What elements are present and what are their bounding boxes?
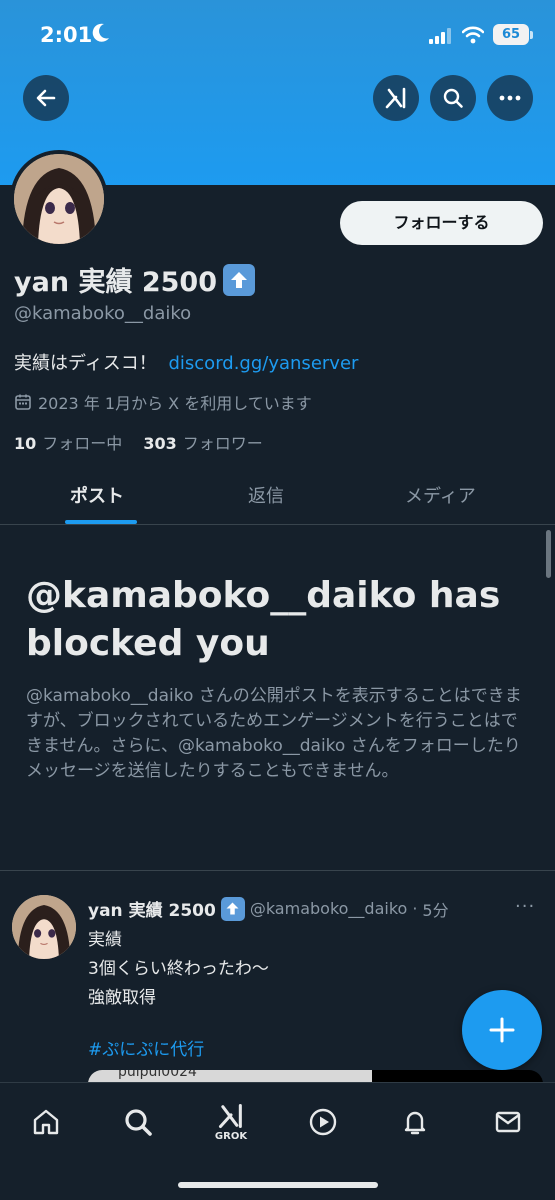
nav-video[interactable]	[300, 1099, 346, 1145]
search-button[interactable]	[430, 75, 476, 121]
follow-button[interactable]: フォローする	[340, 201, 543, 245]
joined-text: 2023 年 1月から X を利用しています	[38, 394, 312, 413]
post-text-line: 強敵取得	[88, 988, 156, 1008]
wifi-icon	[462, 26, 484, 44]
post-text-line: 実績	[88, 930, 122, 950]
more-options-button[interactable]	[487, 75, 533, 121]
post-text-line: 3個くらい終わったわ〜	[88, 959, 269, 979]
blocked-description: @kamaboko__daiko さんの公開ポストを表示することはできますが、ブ…	[26, 686, 522, 781]
more-icon	[499, 95, 521, 101]
post-time: 5分	[422, 900, 449, 920]
bio-link[interactable]: discord.gg/yanserver	[168, 353, 358, 374]
up-arrow-emoji-icon	[223, 263, 255, 296]
post-author-handle: @kamaboko__daiko	[249, 899, 408, 918]
profile-name-row: yan 実績 2500	[14, 260, 255, 299]
follow-counts: 10 フォロー中 303 フォロワー	[14, 430, 263, 454]
post-hashtag[interactable]: #ぷにぷに代行	[88, 1035, 204, 1060]
profile-bio: 実績はディスコ！ discord.gg/yanserver	[14, 349, 358, 375]
search-icon	[125, 1109, 152, 1136]
joined-date: 2023 年 1月から X を利用しています	[14, 390, 312, 414]
status-time: 2:01	[40, 23, 93, 47]
following-label: フォロー中	[42, 434, 123, 453]
nav-notifications[interactable]	[392, 1099, 438, 1145]
following-link[interactable]: 10 フォロー中	[14, 434, 122, 453]
tab-media[interactable]: メディア	[405, 482, 476, 508]
bio-text: 実績はディスコ！	[14, 353, 157, 374]
post-author-name[interactable]: yan 実績 2500	[88, 896, 216, 921]
tab-replies[interactable]: 返信	[248, 482, 284, 508]
grok-button[interactable]	[373, 75, 419, 121]
profile-avatar[interactable]	[10, 150, 108, 248]
search-icon	[443, 88, 463, 108]
home-icon	[33, 1109, 59, 1135]
section-divider	[0, 870, 555, 871]
anime-avatar-image	[14, 154, 104, 244]
grok-label: GROK	[214, 1131, 248, 1142]
compose-button[interactable]	[462, 990, 542, 1070]
active-tab-indicator	[65, 520, 137, 524]
mail-icon	[495, 1111, 521, 1133]
profile-name: yan 実績 2500	[14, 267, 217, 298]
battery-indicator: 65	[493, 24, 529, 45]
play-circle-icon	[309, 1108, 337, 1136]
up-arrow-emoji-icon	[220, 896, 245, 921]
nav-messages[interactable]	[485, 1099, 531, 1145]
meta-separator: ·	[412, 899, 418, 918]
following-count: 10	[14, 434, 37, 453]
followers-count: 303	[143, 434, 177, 453]
blocked-title: @kamaboko__daiko has blocked you	[26, 575, 501, 664]
home-indicator	[178, 1182, 378, 1188]
anime-avatar-image	[12, 895, 76, 959]
nav-grok[interactable]: GROK	[208, 1099, 254, 1145]
bell-icon	[404, 1111, 426, 1135]
plus-icon	[489, 1017, 515, 1043]
post-more-button[interactable]: ···	[515, 896, 535, 917]
back-button[interactable]	[23, 75, 69, 121]
post-avatar[interactable]	[12, 895, 76, 959]
grok-icon	[385, 87, 406, 109]
tab-posts[interactable]: ポスト	[70, 482, 124, 508]
grok-icon	[218, 1103, 242, 1129]
profile-tabs: ポスト 返信 メディア	[0, 470, 555, 525]
back-arrow-icon	[36, 89, 56, 107]
calendar-icon	[15, 394, 31, 410]
followers-link[interactable]: 303 フォロワー	[143, 434, 262, 453]
signal-icon	[429, 28, 451, 44]
nav-home[interactable]	[23, 1099, 69, 1145]
battery-tip	[530, 31, 533, 39]
nav-search[interactable]	[115, 1099, 161, 1145]
followers-label: フォロワー	[182, 434, 263, 453]
post-header: yan 実績 2500 @kamaboko__daiko · 5分	[88, 896, 548, 921]
scrollbar-thumb[interactable]	[546, 530, 551, 578]
moon-icon	[92, 23, 109, 42]
media-caption: puipui0024	[118, 1070, 197, 1080]
status-bar: 2:01 65	[0, 0, 555, 70]
profile-handle: @kamaboko__daiko	[14, 303, 192, 324]
